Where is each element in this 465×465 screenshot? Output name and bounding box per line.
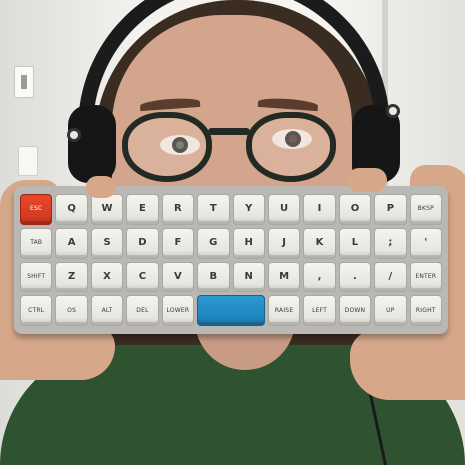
- right-thumb: [347, 168, 387, 192]
- key-i: I: [303, 194, 336, 225]
- key-v: V: [161, 261, 195, 293]
- key-ctrl: CTRL: [20, 295, 53, 326]
- key-q: Q: [55, 194, 88, 225]
- key-sym-2-9: .: [338, 261, 372, 293]
- key-h: H: [232, 227, 265, 259]
- right-palm: [350, 330, 465, 400]
- key-bksp: BKSP: [409, 194, 442, 225]
- key-enter: ENTER: [409, 261, 442, 293]
- key-sym-2-8: ,: [303, 261, 336, 293]
- key-z: Z: [55, 261, 88, 293]
- key-alt: ALT: [90, 295, 124, 326]
- key-s: S: [90, 227, 124, 259]
- key-shift: SHIFT: [20, 261, 53, 293]
- light-switch: [18, 146, 38, 176]
- key-os: OS: [55, 295, 88, 326]
- key-lower: LOWER: [161, 295, 195, 326]
- key-space: [197, 295, 265, 326]
- key-sym-2-10: /: [374, 261, 407, 293]
- key-x: X: [90, 261, 124, 293]
- key-o: O: [338, 194, 372, 225]
- key-raise: RAISE: [267, 295, 301, 326]
- key-sym-1-10: ;: [374, 227, 407, 259]
- key-c: C: [126, 261, 159, 293]
- key-r: R: [161, 194, 195, 225]
- photo-scene: ESC Q W E R T Y U I O P BKSP TAB A S D F G H J K L; ' SHIFT Z X C V…: [0, 0, 465, 465]
- key-right: RIGHT: [409, 295, 442, 326]
- headphone-band: [78, 0, 390, 142]
- key-e: E: [126, 194, 159, 225]
- key-down: DOWN: [338, 295, 372, 326]
- key-g: G: [197, 227, 230, 259]
- key-del: DEL: [126, 295, 159, 326]
- headphone-left-cup: [68, 105, 116, 183]
- headphone-left-marker: [67, 128, 81, 142]
- key-n: N: [232, 261, 265, 293]
- key-tab: TAB: [20, 227, 53, 259]
- left-thumb: [86, 176, 116, 198]
- key-up: UP: [374, 295, 407, 326]
- key-w: W: [90, 194, 124, 225]
- key-f: F: [161, 227, 195, 259]
- ortholinear-keyboard: ESC Q W E R T Y U I O P BKSP TAB A S D F G H J K L; ' SHIFT Z X C V…: [14, 186, 448, 334]
- key-l: L: [338, 227, 372, 259]
- key-u: U: [267, 194, 301, 225]
- key-left: LEFT: [303, 295, 336, 326]
- key-d: D: [126, 227, 159, 259]
- key-esc: ESC: [20, 194, 53, 225]
- key-t: T: [197, 194, 230, 225]
- key-y: Y: [232, 194, 265, 225]
- key-b: B: [197, 261, 230, 293]
- key-p: P: [374, 194, 407, 225]
- key-a: A: [55, 227, 88, 259]
- key-sym-1-11: ': [409, 227, 442, 259]
- wall-thermostat: [14, 66, 34, 98]
- key-m: M: [267, 261, 301, 293]
- headphone-right-marker: [386, 104, 400, 118]
- key-k: K: [303, 227, 336, 259]
- key-j: J: [267, 227, 301, 259]
